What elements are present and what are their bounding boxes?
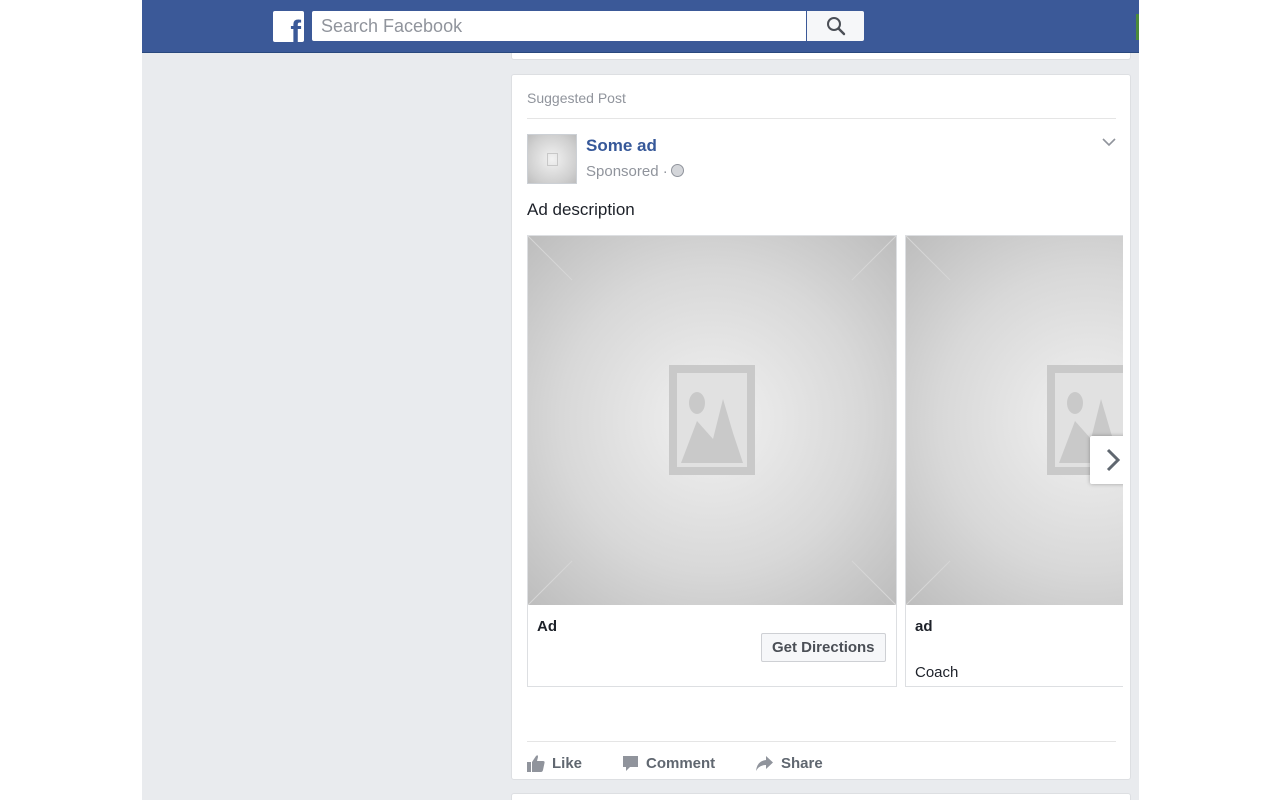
sponsored-label[interactable]: Sponsored · — [586, 163, 668, 180]
page-name-link[interactable]: Some ad — [586, 136, 657, 156]
image-placeholder-icon — [669, 365, 755, 475]
chevron-down-icon[interactable] — [1102, 137, 1116, 147]
share-button[interactable]: Share — [755, 751, 823, 775]
carousel-card[interactable]: Ad Get Directions — [527, 235, 897, 687]
suggested-post-card: Suggested Post Some ad Sponsored · Ad de… — [511, 74, 1131, 780]
chevron-right-icon — [1106, 448, 1121, 472]
image-placeholder-icon — [547, 153, 558, 166]
comment-label: Comment — [646, 754, 716, 772]
previous-post-card — [511, 53, 1131, 60]
carousel-image[interactable] — [528, 236, 896, 605]
get-directions-button[interactable]: Get Directions — [761, 633, 886, 662]
ad-carousel: Ad Get Directions ad Coach — [527, 235, 1123, 687]
cropped-nav-item — [1136, 14, 1139, 40]
carousel-card-subtitle: Coach — [915, 664, 959, 681]
logo-letter: f — [290, 14, 301, 42]
next-post-card — [511, 793, 1131, 800]
search-icon — [827, 17, 846, 36]
share-label: Share — [781, 754, 823, 772]
facebook-logo-icon[interactable]: f — [273, 11, 304, 42]
divider — [527, 741, 1116, 742]
carousel-image[interactable] — [906, 236, 1123, 605]
search-input[interactable] — [312, 11, 806, 41]
page-avatar[interactable] — [527, 134, 577, 184]
divider — [527, 118, 1116, 119]
carousel-card-title: ad — [915, 618, 933, 635]
post-text: Ad description — [527, 200, 635, 219]
page-background: f Suggested Post Some ad Sponsored · Ad … — [142, 0, 1139, 800]
like-label: Like — [552, 754, 583, 772]
top-navigation-bar: f — [142, 0, 1139, 53]
comment-icon — [623, 755, 638, 771]
globe-icon[interactable] — [671, 164, 684, 177]
carousel-next-button[interactable] — [1090, 436, 1123, 484]
like-icon — [527, 755, 545, 772]
suggested-post-label: Suggested Post — [527, 90, 626, 106]
search-button[interactable] — [807, 11, 864, 41]
share-icon — [756, 755, 773, 771]
comment-button[interactable]: Comment — [622, 751, 715, 775]
carousel-card-title: Ad — [537, 618, 557, 635]
like-button[interactable]: Like — [527, 751, 582, 775]
